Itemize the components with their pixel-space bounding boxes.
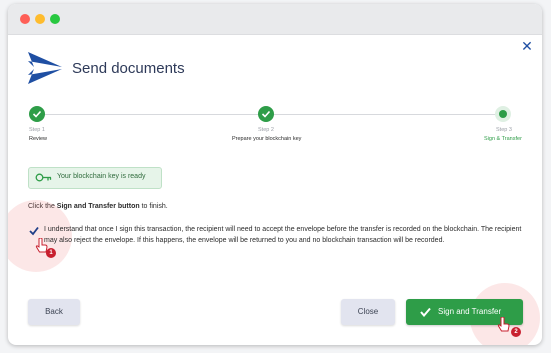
dialog-title: Send documents	[72, 60, 185, 77]
sign-and-transfer-label: Sign and Transfer	[438, 307, 502, 316]
step-2-label: Prepare your blockchain key	[232, 136, 302, 142]
instruction-emphasis: Sign and Transfer button	[56, 203, 140, 210]
consent-text: I understand that once I sign this trans…	[44, 226, 522, 244]
step-1-number: Step 1	[29, 127, 45, 133]
step-3-label: Sign & Transfer	[484, 136, 522, 142]
step-marker-1: 1	[46, 248, 56, 258]
step-3-current-icon	[495, 106, 511, 122]
step-marker-2: 2	[511, 327, 521, 337]
window-maximize-dot[interactable]	[50, 14, 60, 24]
consent-checkbox[interactable]	[29, 226, 39, 236]
paper-plane-logo-icon	[28, 52, 62, 84]
window-minimize-dot[interactable]	[35, 14, 45, 24]
window-titlebar	[8, 4, 542, 35]
back-button[interactable]: Back	[28, 299, 80, 325]
window-close-dot[interactable]	[20, 14, 30, 24]
step-2-number: Step 2	[258, 127, 274, 133]
step-1-done-icon	[29, 106, 45, 122]
step-3-number: Step 3	[496, 127, 512, 133]
hand-cursor-icon	[497, 317, 510, 332]
send-documents-dialog: ✕ Send documents Step 1 Review Step 2 Pr…	[8, 4, 542, 345]
key-ready-notice: Your blockchain key is ready	[28, 167, 162, 189]
step-2-done-icon	[258, 106, 274, 122]
step-1-label: Review	[29, 136, 48, 142]
close-icon[interactable]: ✕	[520, 39, 534, 53]
close-button[interactable]: Close	[341, 299, 395, 325]
checkmark-icon	[420, 307, 431, 317]
key-icon	[35, 173, 52, 182]
key-ready-text: Your blockchain key is ready	[57, 173, 146, 180]
